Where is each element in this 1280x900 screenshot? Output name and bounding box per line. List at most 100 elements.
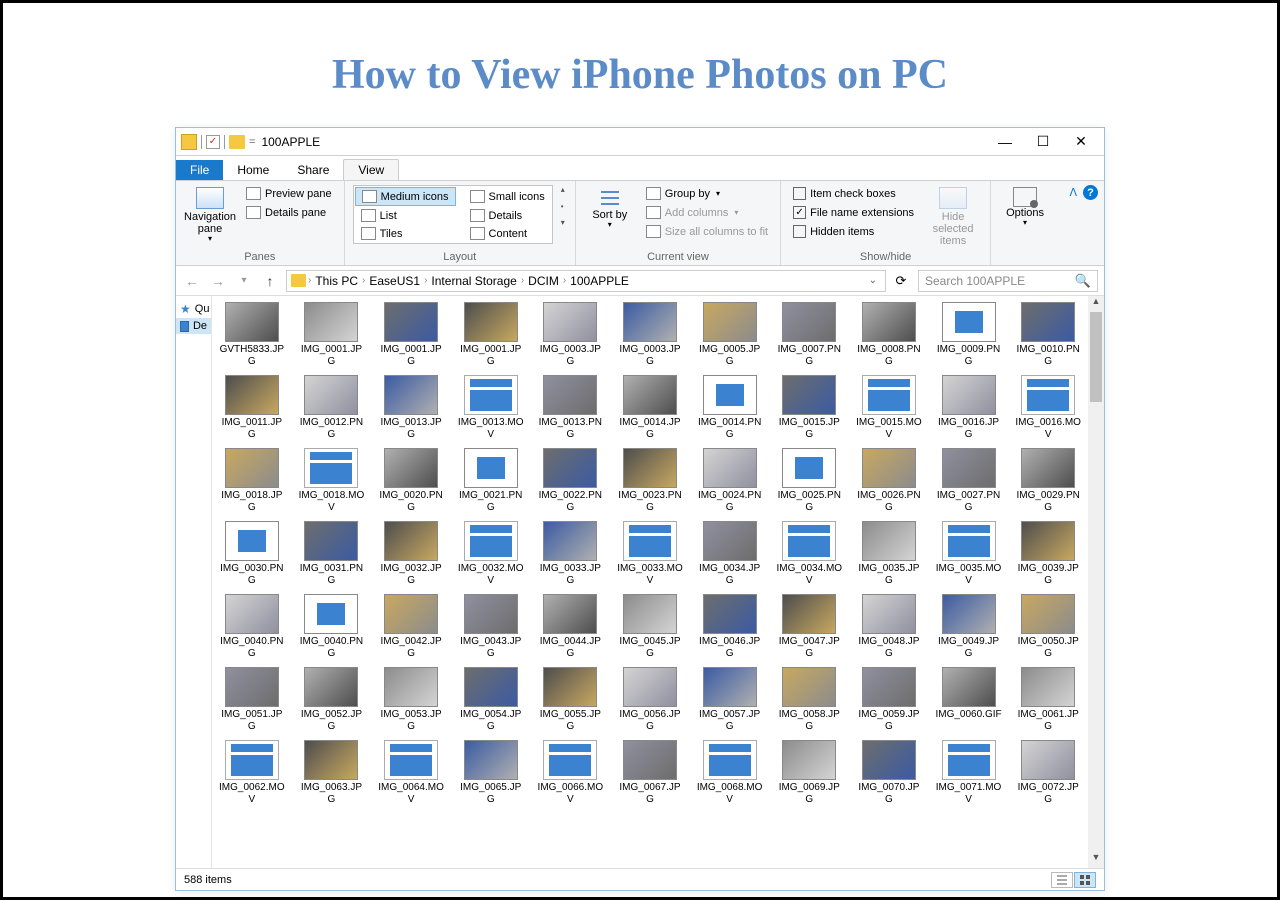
file-item[interactable]: IMG_0052.JPG (294, 667, 370, 732)
scrollbar-thumb[interactable] (1090, 312, 1102, 402)
file-item[interactable]: IMG_0057.JPG (692, 667, 768, 732)
file-item[interactable]: IMG_0035.MOV (931, 521, 1007, 586)
file-item[interactable]: IMG_0046.JPG (692, 594, 768, 659)
file-item[interactable]: IMG_0067.JPG (612, 740, 688, 805)
file-item[interactable]: IMG_0015.MOV (851, 375, 927, 440)
file-item[interactable]: IMG_0065.JPG (453, 740, 529, 805)
sort-by-button[interactable]: Sort by (584, 185, 636, 232)
group-by-button[interactable]: Group by▾ (642, 185, 772, 202)
help-icon[interactable]: ? (1083, 185, 1098, 200)
file-item[interactable]: IMG_0011.JPG (214, 375, 290, 440)
file-item[interactable]: IMG_0033.MOV (612, 521, 688, 586)
file-item[interactable]: IMG_0050.JPG (1010, 594, 1086, 659)
address-bar[interactable]: › This PC› EaseUS1› Internal Storage› DC… (286, 270, 886, 292)
file-item[interactable]: IMG_0062.MOV (214, 740, 290, 805)
file-name-extensions-toggle[interactable]: File name extensions (789, 204, 918, 221)
file-item[interactable]: IMG_0001.JPG (453, 302, 529, 367)
file-item[interactable]: IMG_0031.PNG (294, 521, 370, 586)
layout-medium-icons[interactable]: Medium icons (355, 187, 456, 206)
file-item[interactable]: IMG_0027.PNG (931, 448, 1007, 513)
file-item[interactable]: IMG_0026.PNG (851, 448, 927, 513)
scrollbar-vertical[interactable]: ▲ ▼ (1088, 296, 1104, 868)
file-item[interactable]: IMG_0059.JPG (851, 667, 927, 732)
file-item[interactable]: IMG_0018.JPG (214, 448, 290, 513)
navigation-pane-button[interactable]: Navigation pane (184, 185, 236, 246)
file-item[interactable]: IMG_0013.PNG (533, 375, 609, 440)
file-item[interactable]: IMG_0034.JPG (692, 521, 768, 586)
qat-properties-icon[interactable]: ✓ (206, 135, 220, 149)
file-item[interactable]: IMG_0068.MOV (692, 740, 768, 805)
qat-folder-icon[interactable] (181, 134, 197, 150)
file-item[interactable]: IMG_0030.PNG (214, 521, 290, 586)
file-item[interactable]: IMG_0051.JPG (214, 667, 290, 732)
file-item[interactable]: IMG_0014.PNG (692, 375, 768, 440)
file-item[interactable]: IMG_0007.PNG (771, 302, 847, 367)
address-dropdown-icon[interactable]: ⌄ (865, 275, 881, 286)
file-item[interactable]: IMG_0054.JPG (453, 667, 529, 732)
maximize-button[interactable]: ☐ (1024, 129, 1062, 155)
details-pane-button[interactable]: Details pane (242, 204, 336, 221)
file-item[interactable]: IMG_0061.JPG (1010, 667, 1086, 732)
layout-small-icons[interactable]: Small icons (464, 187, 551, 206)
layout-scroll[interactable]: ▴•▾ (559, 185, 567, 227)
breadcrumb-segment[interactable]: DCIM (526, 274, 561, 288)
file-item[interactable]: IMG_0040.PNG (214, 594, 290, 659)
scroll-up-icon[interactable]: ▲ (1088, 296, 1104, 312)
file-item[interactable]: IMG_0001.JPG (373, 302, 449, 367)
file-item[interactable]: IMG_0034.MOV (771, 521, 847, 586)
view-icons-button[interactable] (1074, 872, 1096, 888)
breadcrumb-segment[interactable]: 100APPLE (568, 274, 631, 288)
preview-pane-button[interactable]: Preview pane (242, 185, 336, 202)
file-item[interactable]: IMG_0053.JPG (373, 667, 449, 732)
layout-content[interactable]: Content (464, 225, 551, 242)
file-item[interactable]: IMG_0058.JPG (771, 667, 847, 732)
scroll-down-icon[interactable]: ▼ (1088, 852, 1104, 868)
breadcrumb-segment[interactable]: Internal Storage (429, 274, 518, 288)
file-item[interactable]: GVTH5833.JPG (214, 302, 290, 367)
breadcrumb-segment[interactable]: This PC (313, 274, 360, 288)
file-item[interactable]: IMG_0020.PNG (373, 448, 449, 513)
tab-share[interactable]: Share (283, 160, 343, 180)
up-button[interactable]: ↑ (260, 273, 280, 289)
file-item[interactable]: IMG_0070.JPG (851, 740, 927, 805)
file-item[interactable]: IMG_0048.JPG (851, 594, 927, 659)
forward-button[interactable]: → (208, 273, 228, 289)
sidebar-desktop[interactable]: De (176, 318, 211, 334)
file-item[interactable]: IMG_0056.JPG (612, 667, 688, 732)
view-details-button[interactable] (1051, 872, 1073, 888)
breadcrumb-segment[interactable]: EaseUS1 (367, 274, 422, 288)
file-item[interactable]: IMG_0047.JPG (771, 594, 847, 659)
file-item[interactable]: IMG_0035.JPG (851, 521, 927, 586)
file-item[interactable]: IMG_0043.JPG (453, 594, 529, 659)
file-item[interactable]: IMG_0049.JPG (931, 594, 1007, 659)
tab-view[interactable]: View (343, 159, 399, 180)
file-item[interactable]: IMG_0063.JPG (294, 740, 370, 805)
file-item[interactable]: IMG_0009.PNG (931, 302, 1007, 367)
file-item[interactable]: IMG_0012.PNG (294, 375, 370, 440)
file-item[interactable]: IMG_0033.JPG (533, 521, 609, 586)
file-item[interactable]: IMG_0003.JPG (533, 302, 609, 367)
file-list[interactable]: GVTH5833.JPGIMG_0001.JPGIMG_0001.JPGIMG_… (212, 296, 1088, 868)
file-item[interactable]: IMG_0008.PNG (851, 302, 927, 367)
minimize-button[interactable]: — (986, 129, 1024, 155)
file-item[interactable]: IMG_0018.MOV (294, 448, 370, 513)
file-item[interactable]: IMG_0039.JPG (1010, 521, 1086, 586)
file-item[interactable]: IMG_0015.JPG (771, 375, 847, 440)
close-button[interactable]: ✕ (1062, 129, 1100, 155)
tab-home[interactable]: Home (223, 160, 283, 180)
navigation-tree[interactable]: ★Qu De (176, 296, 212, 868)
search-box[interactable]: Search 100APPLE 🔍 (918, 270, 1098, 292)
file-item[interactable]: IMG_0066.MOV (533, 740, 609, 805)
file-item[interactable]: IMG_0024.PNG (692, 448, 768, 513)
file-item[interactable]: IMG_0001.JPG (294, 302, 370, 367)
file-item[interactable]: IMG_0072.JPG (1010, 740, 1086, 805)
file-item[interactable]: IMG_0003.JPG (612, 302, 688, 367)
file-item[interactable]: IMG_0005.JPG (692, 302, 768, 367)
file-item[interactable]: IMG_0013.MOV (453, 375, 529, 440)
file-item[interactable]: IMG_0032.MOV (453, 521, 529, 586)
file-item[interactable]: IMG_0014.JPG (612, 375, 688, 440)
file-item[interactable]: IMG_0016.JPG (931, 375, 1007, 440)
item-check-boxes-toggle[interactable]: Item check boxes (789, 185, 918, 202)
options-button[interactable]: Options (999, 185, 1051, 230)
tab-file[interactable]: File (176, 160, 223, 180)
